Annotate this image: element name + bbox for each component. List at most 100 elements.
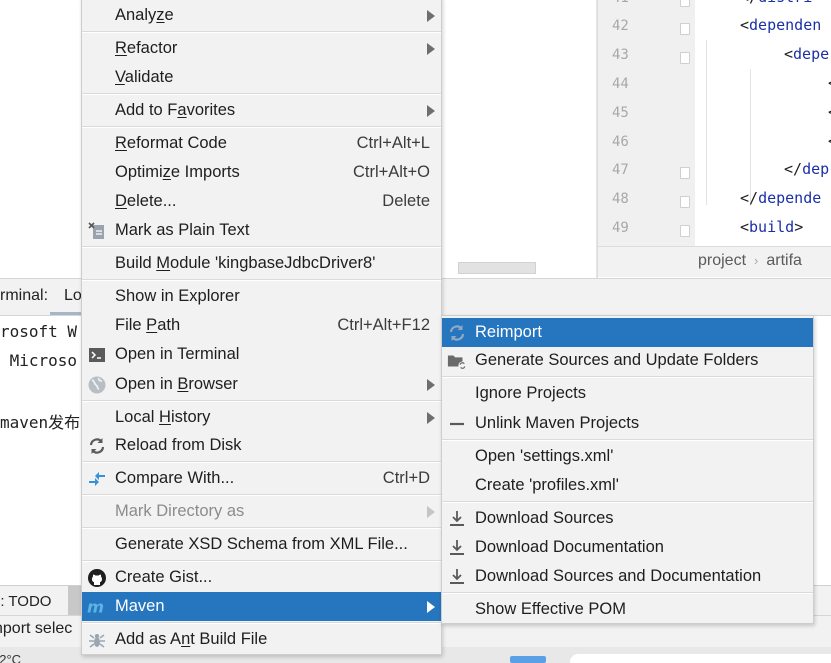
menu-item-add-as-ant-build-file[interactable]: Add as Ant Build File	[82, 625, 441, 654]
menu-item-download-sources[interactable]: Download Sources	[442, 504, 813, 533]
submenu-arrow-icon	[427, 10, 435, 22]
menu-item-label: Show Effective POM	[475, 600, 627, 618]
github-icon	[87, 568, 107, 588]
ant-icon	[87, 630, 107, 650]
menu-item-label: Generate Sources and Update Folders	[475, 351, 759, 369]
menu-item-download-sources-and-docs[interactable]: Download Sources and Documentation	[442, 562, 813, 591]
reload-icon	[447, 323, 467, 343]
menu-item-file-path[interactable]: File Path Ctrl+Alt+F12	[82, 311, 441, 340]
compare-icon	[87, 469, 107, 489]
menu-item-create-profiles-xml[interactable]: Create 'profiles.xml'	[442, 471, 813, 500]
todo-tab[interactable]: 6: TODO	[0, 586, 68, 615]
plain-text-icon	[87, 221, 107, 241]
submenu-arrow-icon	[427, 43, 435, 55]
menu-item-validate[interactable]: Validate	[82, 63, 441, 92]
menu-item-label: Optimize Imports	[115, 163, 240, 181]
submenu-arrow-icon	[427, 412, 435, 424]
menu-item-optimize-imports[interactable]: Optimize Imports Ctrl+Alt+O	[82, 158, 441, 187]
menu-item-show-effective-pom[interactable]: Show Effective POM	[442, 595, 813, 624]
breadcrumb-item-project[interactable]: project	[698, 252, 746, 269]
menu-item-open-settings-xml[interactable]: Open 'settings.xml'	[442, 442, 813, 471]
terminal-line: Microso	[0, 351, 78, 370]
menu-item-download-documentation[interactable]: Download Documentation	[442, 533, 813, 562]
code-editor[interactable]: </distri<dependen<depe<<<</dep</depende<…	[696, 0, 831, 246]
menu-separator	[82, 461, 441, 463]
menu-separator	[82, 246, 441, 248]
menu-item-generate-xsd[interactable]: Generate XSD Schema from XML File...	[82, 530, 441, 559]
fold-marker-icon[interactable]	[680, 0, 690, 7]
menu-item-label: Download Sources	[475, 509, 614, 527]
menu-item-label: Add as Ant Build File	[115, 630, 268, 648]
menu-item-maven[interactable]: m Maven	[82, 592, 441, 621]
menu-item-shortcut: Ctrl+Alt+L	[356, 134, 430, 152]
minus-icon	[447, 414, 467, 434]
menu-item-label: Reformat Code	[115, 134, 227, 152]
menu-separator	[82, 527, 441, 529]
menu-item-shortcut: Ctrl+D	[382, 469, 430, 487]
reload-icon	[87, 436, 107, 456]
menu-item-label: Generate XSD Schema from XML File...	[115, 535, 408, 553]
code-line: <build>	[740, 218, 804, 236]
menu-item-label: Mark Directory as	[115, 502, 245, 520]
terminal-line: maven发布	[0, 413, 81, 432]
breadcrumb-item-artifact[interactable]: artifa	[766, 252, 802, 269]
menu-item-reformat-code[interactable]: Reformat Code Ctrl+Alt+L	[82, 129, 441, 158]
weather-temperature: 22°C	[0, 652, 22, 663]
terminal-tab-local[interactable]: Lo	[64, 287, 82, 305]
menu-item-local-history[interactable]: Local History	[82, 403, 441, 432]
menu-item-generate-sources[interactable]: Generate Sources and Update Folders	[442, 346, 813, 375]
code-line: </dep	[784, 160, 830, 178]
menu-separator	[82, 622, 441, 624]
status-message: nport selec	[0, 620, 73, 637]
menu-item-open-in-browser[interactable]: Open in Browser	[82, 370, 441, 399]
menu-item-unlink-maven-projects[interactable]: Unlink Maven Projects	[442, 409, 813, 438]
svg-text:m: m	[87, 597, 104, 616]
menu-item-label: Reload from Disk	[115, 436, 242, 454]
menu-item-show-in-explorer[interactable]: Show in Explorer	[82, 282, 441, 311]
menu-item-compare-with[interactable]: Compare With... Ctrl+D	[82, 464, 441, 493]
menu-item-label: Open 'settings.xml'	[475, 447, 614, 465]
menu-item-mark-as-plain-text[interactable]: Mark as Plain Text	[82, 216, 441, 245]
menu-item-add-to-favorites[interactable]: Add to Favorites	[82, 96, 441, 125]
terminal-icon	[87, 345, 107, 365]
menu-item-mark-directory-as[interactable]: Mark Directory as	[82, 497, 441, 526]
menu-item-create-gist[interactable]: Create Gist...	[82, 563, 441, 592]
menu-item-open-in-terminal[interactable]: Open in Terminal	[82, 340, 441, 369]
fold-marker-icon[interactable]	[680, 225, 690, 237]
line-number: 48	[612, 191, 629, 207]
menu-item-label: Delete...	[115, 192, 177, 210]
horizontal-scrollbar[interactable]	[458, 262, 536, 274]
menu-item-reload-from-disk[interactable]: Reload from Disk	[82, 431, 441, 460]
globe-icon	[87, 375, 107, 395]
download-icon	[447, 567, 467, 587]
menu-item-build-module[interactable]: Build Module 'kingbaseJdbcDriver8'	[82, 249, 441, 278]
indent-guide	[706, 40, 707, 205]
fold-marker-icon[interactable]	[680, 23, 690, 35]
chevron-right-icon: ›	[754, 253, 759, 268]
menu-item-label: Open in Browser	[115, 375, 238, 393]
menu-separator	[82, 31, 441, 33]
menu-item-label: Download Sources and Documentation	[475, 567, 762, 585]
editor-gutter	[597, 0, 695, 246]
taskbar-search-box[interactable]	[570, 654, 831, 663]
menu-item-ignore-projects[interactable]: Ignore Projects	[442, 379, 813, 408]
line-number: 43	[612, 47, 629, 63]
menu-item-analyze[interactable]: Analyze	[82, 1, 441, 30]
breadcrumb: project › artifa	[597, 246, 831, 277]
terminal-output[interactable]: rosoft W Microso maven发布	[0, 316, 82, 586]
download-icon	[447, 509, 467, 529]
menu-item-reimport[interactable]: Reimport	[442, 318, 813, 347]
menu-item-label: Build Module 'kingbaseJdbcDriver8'	[115, 254, 376, 272]
menu-item-refactor[interactable]: Refactor	[82, 34, 441, 63]
editor-blank-area	[430, 0, 598, 278]
menu-item-delete[interactable]: Delete... Delete	[82, 187, 441, 216]
fold-marker-icon[interactable]	[680, 167, 690, 179]
menu-item-label: Add to Favorites	[115, 101, 236, 119]
fold-marker-icon[interactable]	[680, 196, 690, 208]
menu-item-label: Analyze	[115, 6, 174, 24]
submenu-arrow-icon	[427, 506, 435, 518]
menu-item-shortcut: Ctrl+Alt+O	[352, 163, 430, 181]
menu-item-label: Ignore Projects	[475, 384, 586, 402]
fold-marker-icon[interactable]	[680, 52, 690, 64]
taskbar-app-icon[interactable]	[510, 656, 546, 663]
